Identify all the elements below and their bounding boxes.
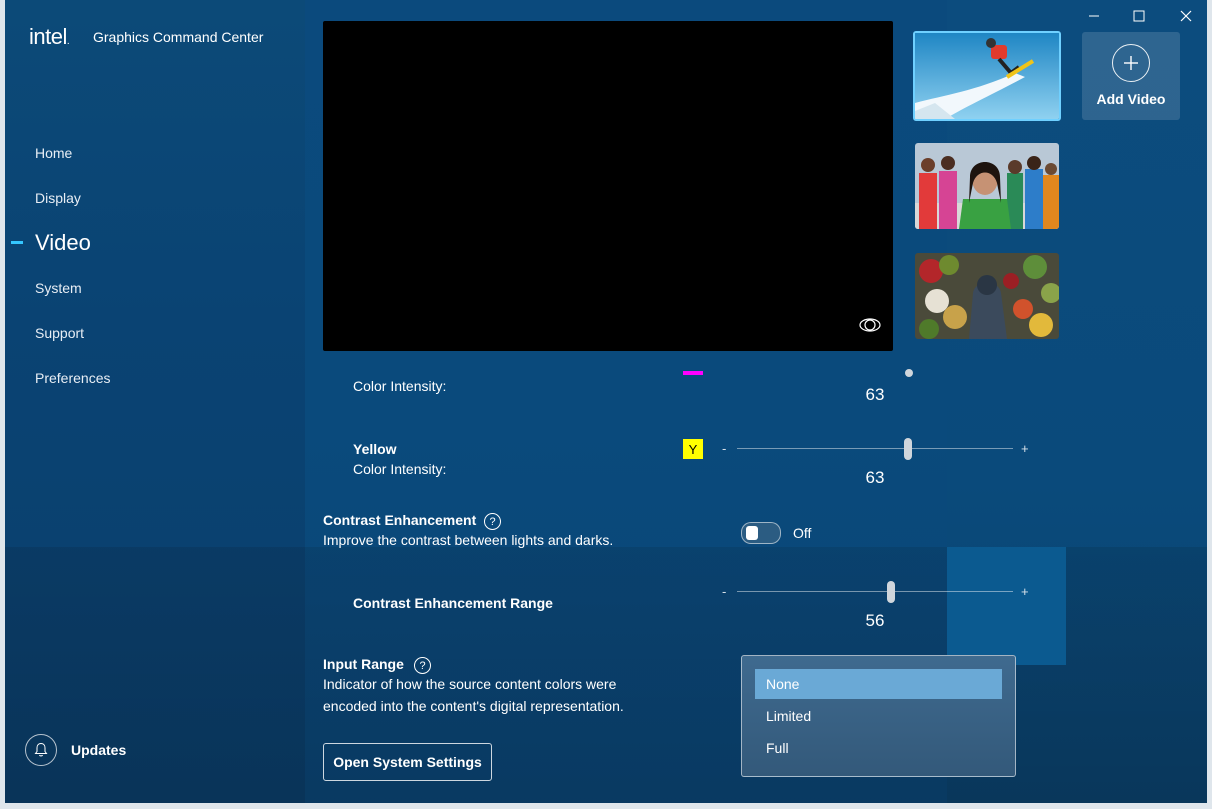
app-window: intel. Graphics Command Center Home Disp… <box>5 0 1207 803</box>
dropdown-option-none[interactable]: None <box>755 669 1002 699</box>
option-label: Full <box>766 740 789 756</box>
active-nav-indicator <box>11 241 23 244</box>
updates-button[interactable]: Updates <box>25 734 126 766</box>
input-range-help-icon[interactable]: ? <box>414 657 431 674</box>
contrast-enhancement-toggle[interactable] <box>741 522 781 544</box>
minimize-button[interactable] <box>1079 6 1109 26</box>
yellow-decrease-button[interactable]: - <box>722 441 726 456</box>
input-range-description-line2: encoded into the content's digital repre… <box>323 698 624 714</box>
dropdown-option-full[interactable]: Full <box>755 733 1002 763</box>
input-range-dropdown[interactable]: None Limited Full <box>741 655 1016 777</box>
accent-block <box>947 547 1066 665</box>
add-video-button[interactable]: Add Video <box>1082 32 1180 120</box>
toggle-knob <box>746 526 758 540</box>
option-label: Limited <box>766 708 812 724</box>
input-range-description-line1: Indicator of how the source content colo… <box>323 676 617 692</box>
contrast-range-slider[interactable] <box>737 581 1013 603</box>
magenta-swatch <box>683 371 703 375</box>
nav-item-support[interactable]: Support <box>35 325 84 341</box>
nav-item-system[interactable]: System <box>35 280 82 296</box>
nav-item-video[interactable]: Video <box>35 230 91 256</box>
magenta-slider-thumb[interactable] <box>905 369 913 377</box>
plus-icon <box>1112 44 1150 82</box>
contrast-range-increase-button[interactable]: + <box>1021 584 1029 599</box>
contrast-toggle-state: Off <box>793 525 812 541</box>
magenta-intensity-label: Color Intensity: <box>353 378 447 394</box>
nav-item-display[interactable]: Display <box>35 190 81 206</box>
yellow-label: Yellow <box>353 441 397 457</box>
thumbnail-market-vendor[interactable] <box>915 253 1059 339</box>
contrast-range-thumb[interactable] <box>887 581 895 603</box>
maximize-button[interactable] <box>1124 6 1154 26</box>
thumbnail-snowboarder[interactable] <box>913 31 1061 121</box>
contrast-help-icon[interactable]: ? <box>484 513 501 530</box>
close-button[interactable] <box>1171 6 1201 26</box>
yellow-value: 63 <box>865 468 885 487</box>
yellow-swatch: Y <box>683 439 703 459</box>
yellow-increase-button[interactable]: + <box>1021 441 1029 456</box>
open-system-settings-button[interactable]: Open System Settings <box>323 743 492 781</box>
intel-logo: intel. <box>29 24 70 49</box>
app-title: Graphics Command Center <box>93 29 264 45</box>
contrast-range-track <box>737 591 1013 592</box>
eye-icon[interactable] <box>859 318 881 337</box>
contrast-enhancement-description: Improve the contrast between lights and … <box>323 532 614 548</box>
contrast-range-label: Contrast Enhancement Range <box>353 595 553 611</box>
dropdown-option-limited[interactable]: Limited <box>755 701 1002 731</box>
bell-icon <box>25 734 57 766</box>
option-label: None <box>766 676 800 692</box>
yellow-intensity-label: Color Intensity: <box>353 461 447 477</box>
video-preview[interactable] <box>323 21 893 351</box>
magenta-value: 63 <box>865 385 885 404</box>
nav-item-preferences[interactable]: Preferences <box>35 370 110 386</box>
yellow-slider-track <box>737 448 1013 449</box>
contrast-range-decrease-button[interactable]: - <box>722 584 726 599</box>
updates-label: Updates <box>71 742 127 758</box>
yellow-slider[interactable] <box>737 438 1013 460</box>
thumbnail-group-of-people[interactable] <box>915 143 1059 229</box>
nav-item-home[interactable]: Home <box>35 145 72 161</box>
input-range-title: Input Range <box>323 656 404 672</box>
contrast-range-value: 56 <box>865 611 885 630</box>
contrast-enhancement-title: Contrast Enhancement <box>323 512 477 528</box>
yellow-slider-thumb[interactable] <box>904 438 912 460</box>
add-video-label: Add Video <box>1096 91 1166 107</box>
